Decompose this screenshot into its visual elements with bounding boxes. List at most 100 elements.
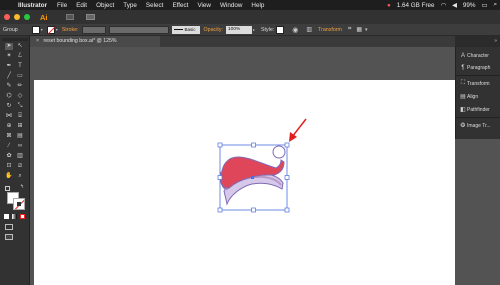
menu-window[interactable]: Window: [220, 2, 242, 9]
type-tool-icon[interactable]: T: [16, 63, 24, 70]
blob-brush-tool-icon[interactable]: ⌬: [5, 93, 13, 100]
menu-view[interactable]: View: [197, 2, 211, 9]
record-icon[interactable]: ●: [387, 2, 391, 9]
spotlight-icon[interactable]: ⌕: [493, 1, 497, 9]
none-mode-icon[interactable]: [20, 214, 25, 219]
stroke-swatch[interactable]: [46, 25, 55, 34]
menu-app-name[interactable]: Illustrator: [18, 2, 47, 9]
free-space-status[interactable]: 1.64 GB Free: [397, 2, 435, 9]
document-tab[interactable]: × reset bounding box.ai* @ 125% (CMYK/Pr…: [30, 36, 160, 55]
transform-icon: ⛶: [460, 80, 466, 86]
artboard[interactable]: [34, 80, 455, 285]
align-icon-control[interactable]: ▥: [306, 26, 312, 33]
artboard-tool-icon[interactable]: ⊡: [5, 163, 13, 170]
menu-type[interactable]: Type: [123, 2, 137, 9]
menu-help[interactable]: Help: [251, 2, 264, 9]
perspective-grid-tool-icon[interactable]: ⊞: [16, 123, 24, 130]
zoom-window-button[interactable]: [24, 14, 30, 20]
gradient-mode-icon[interactable]: [12, 214, 17, 219]
stroke-color-box[interactable]: [13, 198, 25, 210]
graphic-style-swatch[interactable]: [276, 25, 285, 34]
select-similar-icon[interactable]: ▦: [356, 26, 362, 33]
panel-paragraph[interactable]: ¶ Paragraph: [456, 62, 500, 73]
swap-colors-icon[interactable]: ↰: [20, 184, 24, 190]
color-mode-icon[interactable]: [4, 214, 9, 219]
panel-pathfinder-label: Pathfinder: [467, 106, 490, 113]
transform-link[interactable]: Transform: [318, 27, 342, 33]
drawing-modes-icon[interactable]: [5, 224, 13, 230]
canvas-area[interactable]: [30, 47, 455, 285]
collapse-panels-icon[interactable]: »: [494, 38, 497, 44]
width-tool-icon[interactable]: ⋈: [5, 113, 13, 120]
opacity-field[interactable]: 100%: [225, 25, 252, 34]
eraser-tool-icon[interactable]: ◇: [16, 93, 24, 100]
mac-menu-bar: Illustrator File Edit Object Type Select…: [0, 0, 500, 10]
panel-align[interactable]: ▤ Align: [456, 91, 500, 102]
wifi-icon[interactable]: ◠: [441, 2, 447, 9]
menu-object[interactable]: Object: [96, 2, 114, 9]
gradient-tool-icon[interactable]: ▤: [16, 133, 24, 140]
menu-effect[interactable]: Effect: [172, 2, 188, 9]
panel-separator: [456, 75, 500, 76]
rotate-tool-icon[interactable]: ↻: [5, 103, 13, 110]
eyedropper-tool-icon[interactable]: ⁄: [5, 143, 13, 150]
panel-pathfinder[interactable]: ◧ Pathfinder: [456, 104, 500, 115]
isolate-group-icon[interactable]: ⌗: [348, 26, 351, 33]
slice-tool-icon[interactable]: ⧄: [16, 163, 24, 170]
recolor-artwork-icon[interactable]: ◉: [292, 26, 298, 34]
document-tab-bar: × reset bounding box.ai* @ 125% (CMYK/Pr…: [30, 36, 455, 55]
hand-tool-icon[interactable]: ✋: [5, 173, 13, 180]
mesh-tool-icon[interactable]: ⊠: [5, 133, 13, 140]
panel-transform[interactable]: ⛶ Transform: [456, 78, 500, 89]
artwork-svg[interactable]: [34, 80, 455, 285]
pencil-tool-icon[interactable]: ✏: [16, 83, 24, 90]
paintbrush-tool-icon[interactable]: ✎: [5, 83, 13, 90]
menu-edit[interactable]: Edit: [76, 2, 87, 9]
direct-selection-tool-icon[interactable]: ↖: [16, 43, 24, 50]
fill-dropdown-icon[interactable]: ▾: [41, 27, 43, 32]
style-label: Style:: [261, 26, 275, 33]
opacity-dropdown-icon[interactable]: ▸: [253, 27, 255, 32]
tools-panel: ➤ ↖ ✶ ℒ ✒ T ╱ ▭ ✎ ✏ ⌬ ◇ ↻ ⤡ ⋈ ⌸ ⊕ ⊞ ⊠ ▤ …: [0, 36, 30, 285]
opacity-label[interactable]: Opacity:: [204, 27, 223, 33]
tools-collapse-handle[interactable]: [2, 38, 28, 41]
menu-file[interactable]: File: [57, 2, 67, 9]
minimize-window-button[interactable]: [14, 14, 20, 20]
pen-tool-icon[interactable]: ✒: [5, 63, 13, 70]
red-annotation-arrow: [289, 118, 307, 142]
brush-definition-dropdown[interactable]: Basic: [171, 25, 200, 34]
shape-builder-tool-icon[interactable]: ⊕: [5, 123, 13, 130]
close-tab-icon[interactable]: ×: [36, 38, 39, 44]
symbol-sprayer-tool-icon[interactable]: ✿: [5, 153, 13, 160]
scale-tool-icon[interactable]: ⤡: [16, 103, 24, 110]
volume-icon[interactable]: ◀: [452, 2, 457, 9]
rectangle-tool-icon[interactable]: ▭: [16, 73, 24, 80]
stroke-dropdown-icon[interactable]: ▾: [56, 27, 58, 32]
battery-percent[interactable]: 99%: [463, 2, 476, 9]
bridge-icon[interactable]: [65, 14, 74, 20]
panel-dock: A Character ¶ Paragraph ⛶ Transform ▤ Al…: [455, 47, 500, 139]
free-transform-tool-icon[interactable]: ⌸: [16, 113, 24, 120]
fill-swatch[interactable]: [31, 25, 40, 34]
line-tool-icon[interactable]: ╱: [5, 73, 13, 80]
panel-character[interactable]: A Character: [456, 50, 500, 61]
magic-wand-tool-icon[interactable]: ✶: [5, 53, 13, 60]
lasso-tool-icon[interactable]: ℒ: [16, 53, 24, 60]
selection-tool-icon[interactable]: ➤: [5, 43, 13, 50]
blend-tool-icon[interactable]: ∞: [16, 143, 24, 150]
stroke-label[interactable]: Stroke:: [62, 27, 79, 33]
battery-icon[interactable]: ▭: [482, 2, 488, 9]
bbox-handle-bottom-mid: [251, 207, 256, 213]
stroke-weight-field[interactable]: [81, 25, 106, 34]
menu-select[interactable]: Select: [146, 2, 164, 9]
zoom-tool-icon[interactable]: ⌕: [16, 173, 24, 180]
default-colors-icon[interactable]: [5, 186, 10, 191]
variable-width-profile[interactable]: [108, 25, 169, 34]
close-window-button[interactable]: [4, 14, 10, 20]
screen-mode-icon[interactable]: [5, 234, 13, 240]
panel-dock-header: »: [455, 36, 500, 47]
column-graph-tool-icon[interactable]: ▥: [16, 153, 24, 160]
panel-image-trace[interactable]: ❂ Image Tr...: [456, 120, 500, 131]
control-menu-icon[interactable]: ▾: [365, 27, 368, 33]
arrange-documents-icon[interactable]: [85, 14, 95, 20]
